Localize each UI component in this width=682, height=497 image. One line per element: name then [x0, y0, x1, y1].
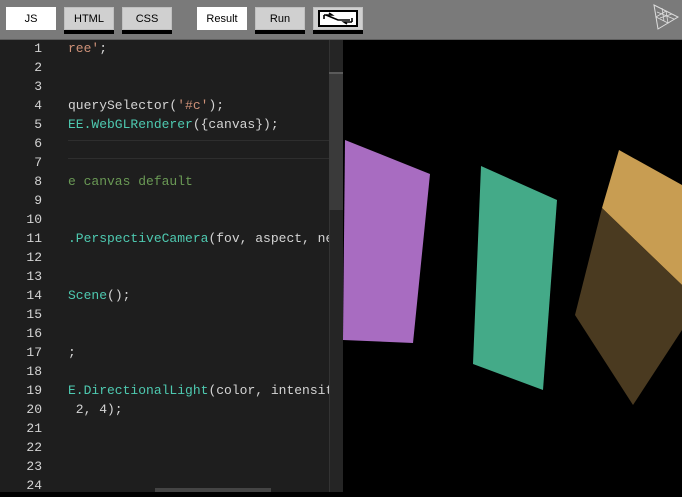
- line-number: 23: [26, 459, 42, 474]
- tab-html[interactable]: HTML: [64, 7, 114, 30]
- line-number: 20: [26, 402, 42, 417]
- toolbar: JS HTML CSS Result Run: [0, 0, 682, 40]
- line-number: 2: [34, 60, 42, 75]
- green-cube: [473, 166, 557, 390]
- code-line: ;: [68, 343, 76, 362]
- code-token: E.DirectionalLight: [68, 383, 209, 398]
- line-number: 13: [26, 269, 42, 284]
- code-token: ;: [99, 41, 108, 56]
- line-number: 22: [26, 440, 42, 455]
- code-line: ree';: [68, 40, 107, 58]
- code-token: querySelector(: [68, 98, 178, 113]
- line-number: 10: [26, 212, 42, 227]
- code-token: '#c': [177, 98, 209, 113]
- line-number: 17: [26, 345, 42, 360]
- code-line: .PerspectiveCamera(fov, aspect, nea: [68, 229, 341, 248]
- line-number: 8: [34, 174, 42, 189]
- line-number: 11: [26, 231, 42, 246]
- code-editor[interactable]: 1 2 3 4 5 6 7 8 9 10 11 12 13 14 15 16 17 18 19 20 21 22 23 24 …: [0, 40, 343, 492]
- line-number: 16: [26, 326, 42, 341]
- line-number: 19: [26, 383, 42, 398]
- tab-css-underline: [122, 30, 172, 34]
- line-number: 18: [26, 364, 42, 379]
- code-line: querySelector('#c');: [68, 96, 224, 115]
- threejs-logo-icon[interactable]: [652, 3, 680, 31]
- line-number: 4: [34, 98, 42, 113]
- popout-button[interactable]: [313, 7, 363, 30]
- tab-css[interactable]: CSS: [122, 7, 172, 30]
- code-token: Scene: [68, 288, 108, 303]
- code-token: WebGLRenderer: [91, 117, 193, 132]
- line-number: 7: [34, 155, 42, 170]
- result-canvas[interactable]: [343, 40, 682, 492]
- code-line: 2, 4);: [68, 400, 123, 419]
- code-token: e canvas default: [68, 174, 193, 189]
- code-line: EE.WebGLRenderer({canvas});: [68, 115, 279, 134]
- line-number: 3: [34, 79, 42, 94]
- line-number-gutter: 1 2 3 4 5 6 7 8 9 10 11 12 13 14 15 16 17 18 19 20 21 22 23 24: [0, 40, 51, 492]
- code-token: ({canvas});: [192, 117, 279, 132]
- code-token: (fov, aspect, nea: [208, 231, 342, 246]
- horizontal-scrollbar-thumb[interactable]: [155, 488, 271, 492]
- line-number: 21: [26, 421, 42, 436]
- line-number: 24: [26, 478, 42, 492]
- code-line: e canvas default: [68, 172, 193, 191]
- code-token: ();: [107, 288, 131, 303]
- expand-window-icon: [318, 10, 358, 27]
- vertical-scrollbar-thumb[interactable]: [329, 72, 343, 210]
- code-token: ;: [68, 345, 76, 360]
- code-token: .PerspectiveCamera: [68, 231, 209, 246]
- run-underline: [255, 30, 305, 34]
- rendered-scene: [343, 140, 682, 405]
- purple-cube: [343, 140, 430, 343]
- code-token: 2, 4);: [68, 402, 123, 417]
- tab-js[interactable]: JS: [6, 7, 56, 30]
- code-line: Scene();: [68, 286, 130, 305]
- line-number: 1: [34, 41, 42, 56]
- tab-result[interactable]: Result: [197, 7, 247, 30]
- line-number: 15: [26, 307, 42, 322]
- line-number: 12: [26, 250, 42, 265]
- line-number: 14: [26, 288, 42, 303]
- popout-underline: [313, 30, 363, 34]
- code-line: E.DirectionalLight(color, intensity: [68, 381, 341, 400]
- code-token: );: [208, 98, 225, 113]
- line-number: 9: [34, 193, 42, 208]
- code-token: ree': [68, 41, 100, 56]
- run-button[interactable]: Run: [255, 7, 305, 30]
- code-token: EE.: [68, 117, 92, 132]
- current-line-highlight: [68, 140, 343, 159]
- scrollbar-position-marker: [329, 72, 343, 74]
- code-token: (color, intensity: [208, 383, 342, 398]
- tab-html-underline: [64, 30, 114, 34]
- line-number: 6: [34, 136, 42, 151]
- line-number: 5: [34, 117, 42, 132]
